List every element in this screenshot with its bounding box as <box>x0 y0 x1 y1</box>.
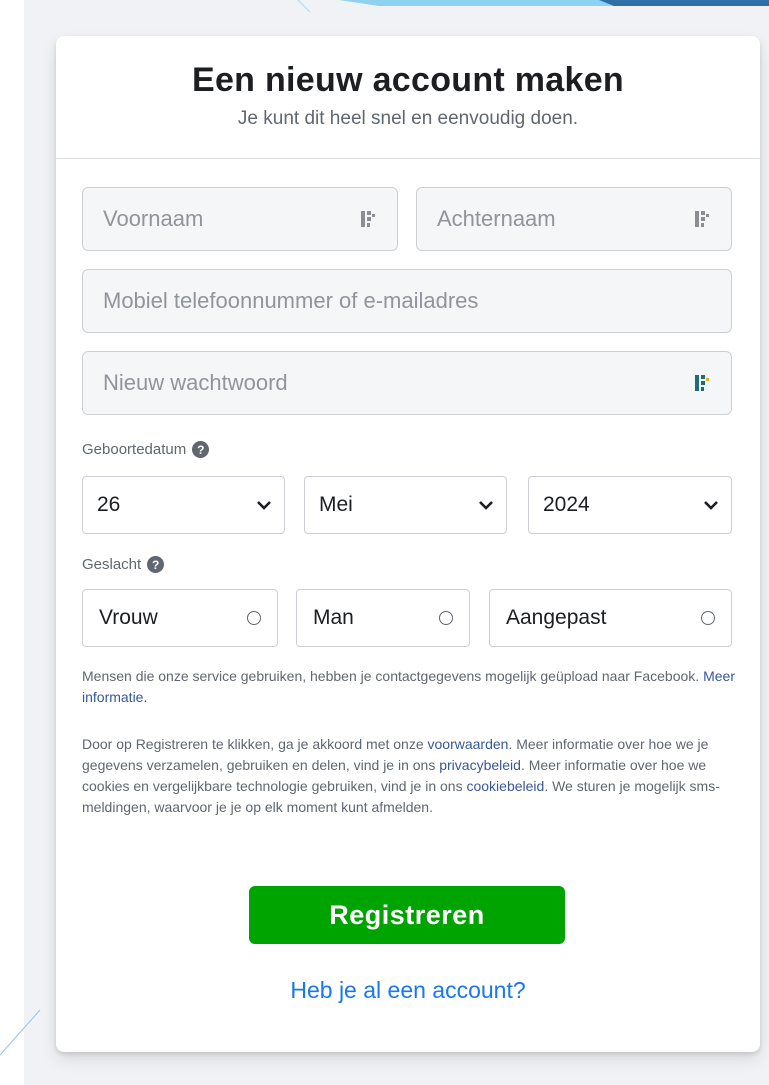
chevron-down-icon <box>704 501 718 510</box>
contact-input[interactable] <box>101 287 713 315</box>
contacts-notice-text: Mensen die onze service gebruiken, hebbe… <box>82 668 700 684</box>
birthday-year-value: 2024 <box>543 493 590 516</box>
gender-label-row: Geslacht ? <box>82 556 165 573</box>
birthday-day-select[interactable]: 26 <box>82 476 285 534</box>
contact-field[interactable] <box>82 269 732 333</box>
password-field[interactable] <box>82 351 732 415</box>
first-name-field[interactable] <box>82 187 398 251</box>
gender-option-male[interactable]: Man <box>296 589 470 647</box>
privacy-policy-link[interactable]: privacybeleid <box>439 757 521 773</box>
contacts-notice: Mensen die onze service gebruiken, hebbe… <box>82 666 742 708</box>
password-manager-icon[interactable] <box>693 372 713 394</box>
birthday-year-select[interactable]: 2024 <box>528 476 732 534</box>
help-icon[interactable]: ? <box>147 556 165 573</box>
last-name-input[interactable] <box>435 205 693 233</box>
terms-text: Door op Registreren te klikken, ga je ak… <box>82 734 742 818</box>
gender-option-label: Aangepast <box>506 606 607 629</box>
chevron-down-icon <box>479 501 493 510</box>
card-header: Een nieuw account maken Je kunt dit heel… <box>56 36 760 159</box>
cookie-policy-link[interactable]: cookiebeleid <box>466 778 544 794</box>
signup-card: Een nieuw account maken Je kunt dit heel… <box>56 36 760 1052</box>
gender-option-label: Man <box>313 606 354 629</box>
password-input[interactable] <box>101 369 693 397</box>
gender-option-label: Vrouw <box>99 606 158 629</box>
terms-link[interactable]: voorwaarden <box>428 736 509 752</box>
terms-text-part: Door op Registreren te klikken, ga je ak… <box>82 736 428 752</box>
last-name-field[interactable] <box>416 187 732 251</box>
birthday-day-value: 26 <box>97 493 121 516</box>
decorative-banner <box>339 0 769 6</box>
radio-button-icon[interactable] <box>439 611 453 625</box>
help-icon[interactable]: ? <box>192 441 210 458</box>
radio-button-icon[interactable] <box>247 611 261 625</box>
register-button[interactable]: Registreren <box>249 886 565 944</box>
birthday-month-select[interactable]: Mei <box>304 476 507 534</box>
gender-option-custom[interactable]: Aangepast <box>489 589 732 647</box>
radio-button-icon[interactable] <box>701 611 715 625</box>
chevron-down-icon <box>257 501 271 510</box>
first-name-input[interactable] <box>101 205 359 233</box>
gender-option-female[interactable]: Vrouw <box>82 589 278 647</box>
existing-account-link[interactable]: Heb je al een account? <box>56 977 760 1004</box>
birthday-month-value: Mei <box>319 493 353 516</box>
gender-label: Geslacht <box>82 556 142 573</box>
page-title: Een nieuw account maken <box>191 61 625 99</box>
page-subtitle: Je kunt dit heel snel en eenvoudig doen. <box>237 108 579 129</box>
birthday-label-row: Geboortedatum ? <box>82 441 210 458</box>
birthday-label: Geboortedatum <box>82 441 187 458</box>
password-manager-icon[interactable] <box>693 208 713 230</box>
password-manager-icon[interactable] <box>359 208 379 230</box>
